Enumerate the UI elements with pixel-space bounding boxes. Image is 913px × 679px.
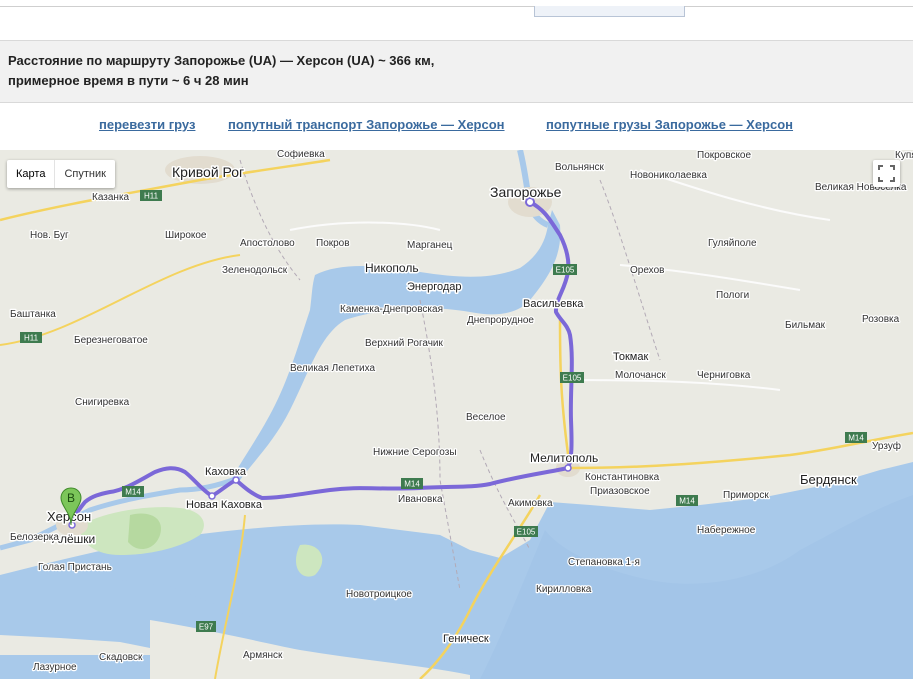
top-tab[interactable] bbox=[534, 6, 685, 17]
city-label: Токмак bbox=[613, 351, 648, 363]
svg-text:Приморск: Приморск bbox=[723, 490, 769, 501]
route-links: перевезти груз попутный транспорт Запоро… bbox=[0, 102, 913, 150]
svg-text:Лазурное: Лазурное bbox=[33, 662, 77, 673]
svg-text:Покровское: Покровское bbox=[697, 150, 751, 161]
svg-text:Днепрорудное: Днепрорудное bbox=[467, 315, 534, 326]
svg-text:Пологи: Пологи bbox=[716, 290, 749, 301]
road-label: H11 bbox=[24, 334, 39, 343]
route-info: Расстояние по маршруту Запорожье (UA) — … bbox=[0, 40, 913, 103]
city-label: Геническ bbox=[443, 633, 489, 645]
passing-loads-link[interactable]: попутные грузы Запорожье — Херсон bbox=[546, 117, 793, 132]
svg-text:Новотроицкое: Новотроицкое bbox=[346, 589, 412, 600]
top-divider bbox=[0, 6, 913, 7]
svg-text:Константиновка: Константиновка bbox=[585, 472, 660, 483]
road-label: M14 bbox=[125, 488, 141, 497]
svg-text:Урзуф: Урзуф bbox=[872, 440, 901, 452]
road-label: M14 bbox=[679, 497, 695, 506]
svg-text:Софиевка: Софиевка bbox=[277, 150, 325, 160]
fullscreen-button[interactable] bbox=[873, 160, 900, 187]
svg-text:Березнеговатое: Березнеговатое bbox=[74, 335, 148, 346]
waypoint bbox=[564, 464, 572, 472]
svg-text:Гуляйполе: Гуляйполе bbox=[708, 238, 757, 249]
svg-text:Нижние Серогозы: Нижние Серогозы bbox=[373, 447, 457, 458]
fullscreen-icon bbox=[878, 165, 895, 182]
transport-cargo-link[interactable]: перевезти груз bbox=[99, 117, 195, 132]
svg-text:Черниговка: Черниговка bbox=[697, 370, 751, 381]
svg-text:Веселое: Веселое bbox=[466, 412, 506, 423]
svg-text:Степановка 1-я: Степановка 1-я bbox=[568, 557, 640, 568]
svg-text:Голая Пристань: Голая Пристань bbox=[38, 562, 112, 573]
city-label: Запорожье bbox=[490, 184, 562, 200]
svg-text:Молочанск: Молочанск bbox=[615, 370, 666, 381]
svg-text:Нов. Буг: Нов. Буг bbox=[30, 230, 69, 241]
svg-text:Верхний Рогачик: Верхний Рогачик bbox=[365, 338, 444, 349]
map-type-satellite-button[interactable]: Спутник bbox=[55, 160, 114, 188]
road-label: E97 bbox=[199, 623, 214, 632]
svg-text:Розовка: Розовка bbox=[862, 314, 900, 325]
svg-text:Казанка: Казанка bbox=[92, 192, 130, 203]
city-label: Бердянск bbox=[800, 472, 857, 487]
svg-text:Апостолово: Апостолово bbox=[240, 238, 295, 249]
svg-text:Снигиревка: Снигиревка bbox=[75, 397, 130, 408]
city-label: Мелитополь bbox=[530, 451, 598, 465]
marker-label: B bbox=[67, 491, 75, 505]
svg-text:Скадовск: Скадовск bbox=[99, 652, 143, 663]
svg-text:Покров: Покров bbox=[316, 238, 350, 249]
map-canvas: H11 H11 E105 E105 M14 M14 M14 M14 E105 E… bbox=[0, 150, 913, 679]
svg-text:Ивановка: Ивановка bbox=[398, 494, 443, 505]
city-label: Васильевка bbox=[523, 298, 584, 310]
road-label: M14 bbox=[404, 480, 420, 489]
map-type-map-button[interactable]: Карта bbox=[7, 160, 56, 188]
svg-text:Акимовка: Акимовка bbox=[508, 498, 553, 509]
road-label: M14 bbox=[848, 434, 864, 443]
svg-text:Баштанка: Баштанка bbox=[10, 309, 56, 320]
svg-text:Бильмак: Бильмак bbox=[785, 320, 826, 331]
destination-marker[interactable]: B bbox=[60, 487, 82, 527]
route-distance: Расстояние по маршруту Запорожье (UA) — … bbox=[8, 53, 435, 68]
map-pin-icon: B bbox=[60, 487, 82, 526]
city-label: Энергодар bbox=[407, 281, 462, 293]
svg-text:Набережное: Набережное bbox=[697, 524, 756, 536]
road-label: E105 bbox=[517, 528, 536, 537]
road-label: E105 bbox=[556, 266, 575, 275]
svg-text:Орехов: Орехов bbox=[630, 265, 664, 276]
svg-text:Вольнянск: Вольнянск bbox=[555, 162, 605, 173]
svg-text:Зеленодольск: Зеленодольск bbox=[222, 265, 288, 276]
city-label: Кривой Рог bbox=[172, 164, 244, 180]
city-label: Каховка bbox=[205, 466, 247, 478]
svg-text:Белозерка: Белозерка bbox=[10, 532, 59, 543]
top-bar bbox=[0, 0, 913, 40]
city-label: Новая Каховка bbox=[186, 499, 263, 511]
svg-text:Великая Лепетиха: Великая Лепетиха bbox=[290, 363, 375, 374]
city-label: Никополь bbox=[365, 261, 419, 275]
svg-text:Приазовское: Приазовское bbox=[590, 486, 650, 497]
map-type-control: Карта Спутник bbox=[7, 160, 115, 188]
svg-text:Новониколаевка: Новониколаевка bbox=[630, 170, 707, 181]
svg-text:Марганец: Марганец bbox=[407, 240, 453, 251]
road-label: H11 bbox=[144, 192, 159, 201]
svg-text:Кирилловка: Кирилловка bbox=[536, 584, 592, 595]
road-label: E105 bbox=[563, 374, 582, 383]
route-map[interactable]: H11 H11 E105 E105 M14 M14 M14 M14 E105 E… bbox=[0, 150, 913, 679]
route-time: примерное время в пути ~ 6 ч 28 мин bbox=[8, 73, 249, 88]
svg-text:Широкое: Широкое bbox=[165, 230, 207, 241]
svg-text:Армянск: Армянск bbox=[243, 650, 283, 661]
svg-text:Каменка-Днепровская: Каменка-Днепровская bbox=[340, 304, 443, 315]
passing-transport-link[interactable]: попутный транспорт Запорожье — Херсон bbox=[228, 117, 505, 132]
